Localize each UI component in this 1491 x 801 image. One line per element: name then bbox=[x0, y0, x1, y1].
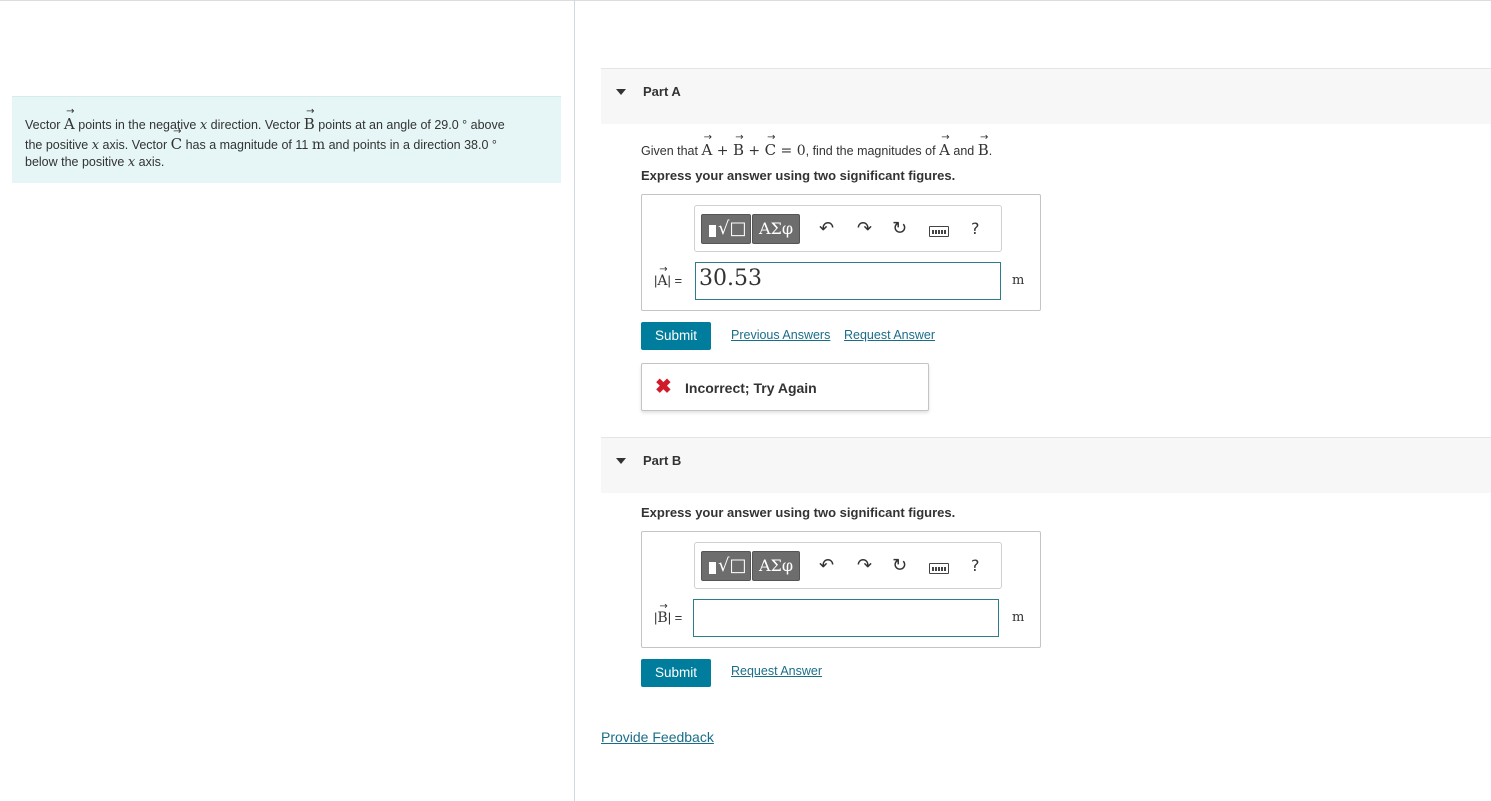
math-toolbar: √□ ΑΣφ ↶ ↷ ↻ ? bbox=[694, 205, 1002, 252]
help-icon[interactable]: ? bbox=[971, 218, 980, 240]
part-b-unit: m bbox=[1012, 610, 1025, 625]
feedback-text: Incorrect; Try Again bbox=[685, 380, 817, 396]
keyboard-icon[interactable] bbox=[929, 563, 949, 574]
feedback-message: ✖ Incorrect; Try Again bbox=[641, 363, 929, 411]
problem-line-2: the positive x axis. Vector → C has a mag… bbox=[25, 126, 497, 154]
part-a-submit-button[interactable]: Submit bbox=[641, 322, 711, 350]
templates-button[interactable]: √□ bbox=[701, 214, 751, 244]
part-b-answer-input[interactable] bbox=[693, 599, 999, 637]
reset-icon[interactable]: ↻ bbox=[892, 218, 907, 240]
part-b-variable-label: | → B| = bbox=[654, 601, 683, 627]
column-divider bbox=[574, 0, 575, 801]
part-a-question: Given that → A + → B + → C = 0, find the ma… bbox=[641, 132, 993, 160]
problem-line-3: below the positive x axis. bbox=[25, 155, 165, 170]
greek-symbols-button[interactable]: ΑΣφ bbox=[752, 551, 800, 581]
part-a-variable-label: | → A| = bbox=[654, 264, 683, 290]
part-b-instruction: Express your answer using two significan… bbox=[641, 505, 956, 520]
vector-b: → B bbox=[303, 106, 315, 134]
keyboard-icon[interactable] bbox=[929, 226, 949, 237]
top-border bbox=[0, 0, 1491, 1]
part-a-instruction: Express your answer using two significan… bbox=[641, 168, 956, 183]
part-b-answer-box: √□ ΑΣφ ↶ ↷ ↻ ? | → B| = m bbox=[641, 531, 1041, 648]
help-icon[interactable]: ? bbox=[971, 555, 980, 577]
undo-icon[interactable]: ↶ bbox=[819, 218, 834, 240]
collapse-caret-icon[interactable] bbox=[616, 89, 626, 95]
redo-icon[interactable]: ↷ bbox=[857, 218, 872, 240]
redo-icon[interactable]: ↷ bbox=[857, 555, 872, 577]
collapse-caret-icon[interactable] bbox=[616, 458, 626, 464]
part-a-unit: m bbox=[1012, 273, 1025, 288]
greek-symbols-button[interactable]: ΑΣφ bbox=[752, 214, 800, 244]
part-a-request-answer-link[interactable]: Request Answer bbox=[844, 328, 935, 342]
templates-button[interactable]: √□ bbox=[701, 551, 751, 581]
part-b-submit-button[interactable]: Submit bbox=[641, 659, 711, 687]
problem-line-1: Vector → A points in the negative x direc… bbox=[25, 106, 505, 134]
part-b-title: Part B bbox=[643, 453, 682, 468]
part-a-header[interactable]: Part A bbox=[601, 68, 1491, 124]
part-b-request-answer-link[interactable]: Request Answer bbox=[731, 664, 822, 678]
previous-answers-link[interactable]: Previous Answers bbox=[731, 328, 830, 342]
provide-feedback-link[interactable]: Provide Feedback bbox=[601, 729, 714, 745]
part-a-title: Part A bbox=[643, 84, 681, 99]
undo-icon[interactable]: ↶ bbox=[819, 555, 834, 577]
vector-c: → C bbox=[170, 126, 183, 154]
part-a-answer-input[interactable]: 30.53 bbox=[695, 262, 1001, 300]
part-b-header[interactable]: Part B bbox=[601, 437, 1491, 493]
math-toolbar: √□ ΑΣφ ↶ ↷ ↻ ? bbox=[694, 542, 1002, 589]
problem-statement: Vector → A points in the negative x direc… bbox=[12, 96, 561, 183]
incorrect-icon: ✖ bbox=[655, 376, 672, 398]
reset-icon[interactable]: ↻ bbox=[892, 555, 907, 577]
vector-a: → A bbox=[63, 106, 75, 134]
part-a-answer-box: √□ ΑΣφ ↶ ↷ ↻ ? | → A| = 30.53 m bbox=[641, 194, 1041, 311]
